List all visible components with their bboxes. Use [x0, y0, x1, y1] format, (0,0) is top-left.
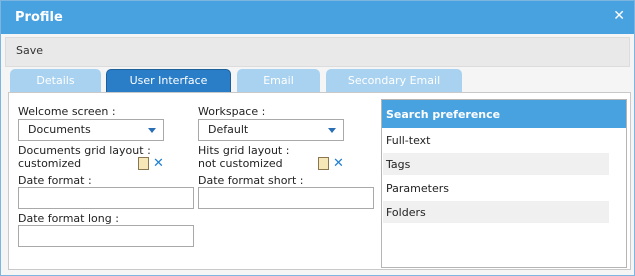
- list-item-label: Folders: [386, 206, 426, 219]
- tab-secondary-email[interactable]: Secondary Email: [326, 69, 462, 92]
- list-item-label: Parameters: [386, 182, 449, 195]
- tab-email[interactable]: Email: [237, 69, 320, 92]
- tab-user-interface[interactable]: User Interface: [106, 69, 231, 93]
- workspace-value: Default: [208, 123, 249, 136]
- document-icon[interactable]: [138, 157, 149, 170]
- date-format-short-input[interactable]: [198, 187, 374, 209]
- profile-dialog: Profile ✕ Save Details User Interface Em…: [0, 0, 635, 276]
- welcome-screen-label: Welcome screen :: [18, 105, 116, 118]
- delete-x-icon[interactable]: ✕: [153, 157, 164, 170]
- date-format-short-label: Date format short :: [198, 174, 304, 187]
- date-format-input[interactable]: [18, 187, 194, 209]
- dialog-toolbar: Save: [5, 37, 630, 67]
- search-preference-title: Search preference: [386, 108, 501, 121]
- tab-details[interactable]: Details: [10, 69, 101, 92]
- date-format-label: Date format :: [18, 174, 92, 187]
- dropdown-arrow-icon: [328, 128, 336, 133]
- search-preference-item-full-text[interactable]: Full-text: [383, 129, 609, 151]
- welcome-screen-select[interactable]: Documents: [18, 119, 164, 141]
- dialog-titlebar: Profile ✕: [1, 1, 634, 34]
- document-icon[interactable]: [318, 157, 329, 170]
- user-interface-panel: Welcome screen : Documents Workspace : D…: [8, 92, 631, 270]
- documents-grid-label: Documents grid layout :: [18, 144, 151, 157]
- close-icon[interactable]: ✕: [613, 8, 625, 24]
- dropdown-arrow-icon: [148, 128, 156, 133]
- list-item-label: Tags: [386, 158, 411, 171]
- date-format-long-label: Date format long :: [18, 212, 119, 225]
- search-preference-panel: Search preference Full-text Tags Paramet…: [381, 99, 627, 268]
- hits-grid-label: Hits grid layout :: [198, 144, 290, 157]
- search-preference-item-parameters[interactable]: Parameters: [383, 177, 609, 199]
- search-preference-item-tags[interactable]: Tags: [383, 153, 609, 175]
- workspace-select[interactable]: Default: [198, 119, 344, 141]
- dialog-title: Profile: [15, 10, 63, 25]
- delete-x-icon[interactable]: ✕: [333, 157, 344, 170]
- search-preference-item-folders[interactable]: Folders: [383, 201, 609, 223]
- welcome-screen-value: Documents: [28, 123, 91, 136]
- hits-grid-status: not customized: [198, 157, 283, 170]
- date-format-long-input[interactable]: [18, 225, 194, 247]
- workspace-label: Workspace :: [198, 105, 266, 118]
- list-item-label: Full-text: [386, 134, 431, 147]
- documents-grid-status: customized: [18, 157, 82, 170]
- search-preference-header: Search preference: [382, 100, 626, 128]
- save-button[interactable]: Save: [16, 44, 43, 57]
